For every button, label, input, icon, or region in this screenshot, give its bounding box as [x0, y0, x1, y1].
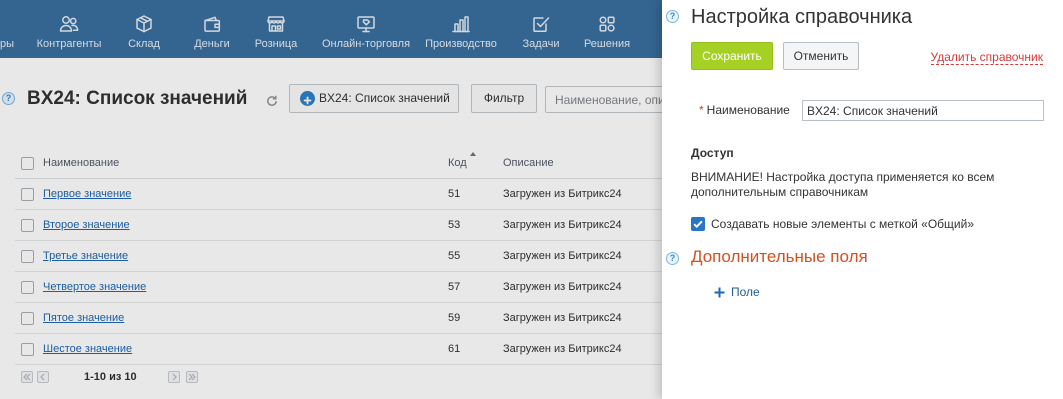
name-field-label: * Наименование: [699, 103, 790, 117]
settings-panel: Настройка справочника Сохранить Отменить…: [662, 0, 1063, 399]
access-note: ВНИМАНИЕ! Настройка доступа применяется …: [691, 170, 995, 199]
shared-elements-checkbox[interactable]: [691, 217, 705, 231]
extra-fields-heading: Дополнительные поля: [691, 247, 868, 266]
help-icon[interactable]: [666, 252, 679, 265]
required-mark: *: [699, 103, 704, 117]
name-field[interactable]: [802, 100, 1044, 121]
checkmark-icon: [693, 220, 703, 229]
plus-icon: [714, 287, 725, 298]
access-heading: Доступ: [691, 146, 734, 160]
help-icon[interactable]: [666, 10, 679, 23]
panel-title: Настройка справочника: [691, 6, 913, 28]
delete-directory-link[interactable]: Удалить справочник: [930, 50, 1043, 65]
add-field-label: Поле: [731, 285, 760, 299]
shared-elements-label[interactable]: Создавать новые элементы с меткой «Общий…: [711, 217, 974, 231]
cancel-button[interactable]: Отменить: [783, 42, 859, 70]
save-button[interactable]: Сохранить: [691, 42, 773, 70]
name-label-text: Наименование: [706, 103, 790, 117]
